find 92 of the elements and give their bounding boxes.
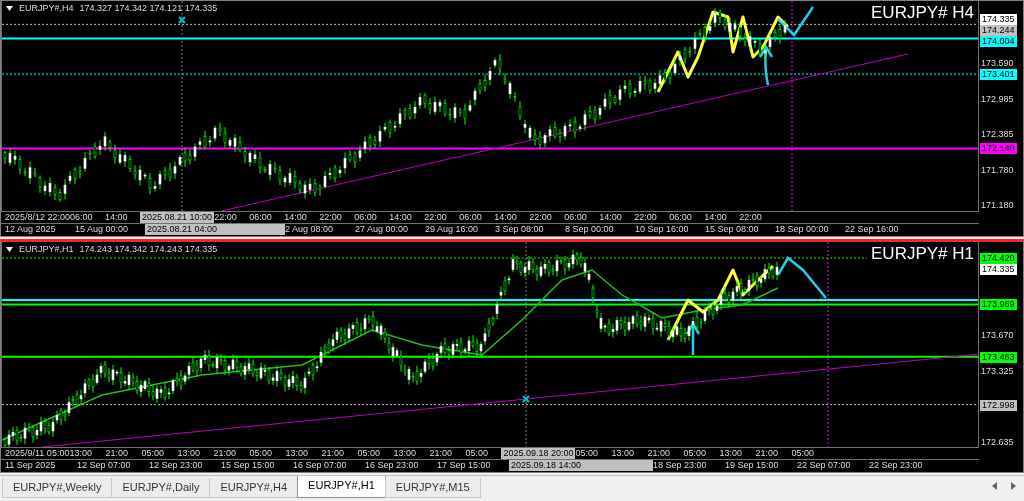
price-tag: 174.335 — [980, 264, 1017, 275]
time-label: 19 Sep 15:00 — [725, 460, 780, 471]
time-label: 14:00 — [105, 212, 129, 223]
price-label: 173.670 — [981, 330, 1014, 342]
time-label: 05:00 — [357, 448, 381, 459]
price-label: 173.325 — [981, 365, 1014, 377]
time-label: 8 Sep 00:00 — [565, 224, 615, 235]
time-label: 06:00 — [669, 212, 693, 223]
time-cursor-label: 2025.09.18 20:00 — [501, 448, 576, 459]
time-label: 05:00 — [791, 448, 815, 459]
time-label: 22:00 — [529, 212, 553, 223]
price-label: 172.385 — [981, 128, 1014, 140]
time-label: 15 Sep 15:00 — [221, 460, 276, 471]
time-label: 21:00 — [213, 448, 237, 459]
time-label: 12 Aug 2025 — [5, 224, 57, 235]
time-label: 21:00 — [321, 448, 345, 459]
time-label: 13:00 — [69, 448, 93, 459]
time-label: 27 Aug 00:00 — [355, 224, 410, 235]
chart-symbol: EURJPY#,H1 — [19, 244, 74, 254]
time-label: 06:00 — [459, 212, 483, 223]
time-label: 12 Sep 23:00 — [149, 460, 204, 471]
price-label: 172.985 — [981, 93, 1014, 105]
time-label: 22:00 — [634, 212, 658, 223]
time-label: 11 Sep 2025 — [5, 460, 57, 471]
price-quote: 174.243 174.342 174.243 174.335 — [79, 244, 218, 254]
time-label: 22 Sep 07:00 — [797, 460, 852, 471]
time-label: 22:00 — [739, 212, 763, 223]
time-label: 17 Sep 15:00 — [437, 460, 492, 471]
time-label: 13:00 — [393, 448, 417, 459]
time-label: 13:00 — [611, 448, 635, 459]
time-label: 13:00 — [177, 448, 201, 459]
time-label: 21:00 — [755, 448, 779, 459]
time-label: 16 Sep 23:00 — [365, 460, 420, 471]
time-label: 22:00 — [214, 212, 238, 223]
time-label: 18 Sep 23:00 — [653, 460, 708, 471]
time-cursor-label: 2025.08.21 10:00 — [140, 212, 215, 223]
price-quote: 174.327 174.342 174.121 174.335 — [79, 3, 218, 13]
price-label: 172.635 — [981, 437, 1014, 449]
time-label: 22:00 — [424, 212, 448, 223]
time-cursor-label: 2025.09.18 14:00 — [509, 460, 653, 471]
price-tag: 172.998 — [980, 399, 1017, 411]
time-label: 10 Sep 16:00 — [635, 224, 690, 235]
time-label: 14:00 — [284, 212, 308, 223]
time-label: 14:00 — [704, 212, 728, 223]
time-cursor-label: 2025.08.21 04:00 — [145, 224, 285, 235]
time-label: 13:00 — [285, 448, 309, 459]
time-label: 29 Aug 16:00 — [425, 224, 480, 235]
time-label: 14:00 — [599, 212, 623, 223]
time-label: 15 Aug 00:00 — [75, 224, 130, 235]
chart-tab[interactable]: EURJPY#,H1 — [297, 476, 386, 498]
time-label: 22:00 — [319, 212, 343, 223]
time-label: 21:00 — [105, 448, 129, 459]
price-tag: 174.335 — [980, 14, 1017, 25]
time-label: 3 Sep 08:00 — [495, 224, 545, 235]
time-label: 06:00 — [70, 212, 94, 223]
time-label: 2025/8/12 22:00 — [5, 212, 71, 223]
time-label: 05:00 — [683, 448, 707, 459]
time-label: 21:00 — [647, 448, 671, 459]
time-label: 05:00 — [141, 448, 165, 459]
chart-tab[interactable]: EURJPY#,M15 — [384, 478, 481, 498]
chart-symbol: EURJPY#,H4 — [19, 3, 74, 13]
time-label: 2025/9/11 05:00 — [5, 448, 70, 459]
time-label: 06:00 — [249, 212, 273, 223]
time-label: 05:00 — [249, 448, 273, 459]
price-tag: 173.401 — [980, 69, 1017, 81]
price-label: 173.590 — [981, 57, 1014, 69]
time-label: 18 Sep 00:00 — [775, 224, 830, 235]
time-label: 22 Sep 23:00 — [869, 460, 924, 471]
price-tag: 174.004 — [980, 36, 1017, 47]
time-label: 21:00 — [429, 448, 453, 459]
time-label: 2 Aug 08:00 — [285, 224, 335, 235]
time-label: 16 Sep 07:00 — [293, 460, 348, 471]
chart-tab[interactable]: EURJPY#,H4 — [209, 478, 299, 498]
price-tag: 174.420 — [980, 253, 1017, 264]
time-label: 06:00 — [354, 212, 378, 223]
price-tag: 173.969 — [980, 299, 1017, 311]
price-tag: 174.244 — [980, 25, 1017, 36]
time-label: 05:00 — [575, 448, 599, 459]
time-label: 12 Sep 07:00 — [77, 460, 132, 471]
price-label: 171.180 — [981, 200, 1014, 211]
time-label: 14:00 — [494, 212, 518, 223]
price-tag: 173.463 — [980, 351, 1017, 363]
time-label: 22 Sep 16:00 — [845, 224, 900, 235]
price-label: 171.780 — [981, 164, 1014, 176]
price-tag: 172.140 — [980, 143, 1017, 155]
time-label: 05:00 — [465, 448, 489, 459]
time-label: 13:00 — [719, 448, 743, 459]
chart-tab[interactable]: EURJPY#,Daily — [111, 478, 211, 498]
time-label: 06:00 — [564, 212, 588, 223]
chart-tab[interactable]: EURJPY#,Weekly — [2, 478, 113, 498]
time-label: 14:00 — [389, 212, 413, 223]
time-label: 15 Sep 08:00 — [705, 224, 760, 235]
